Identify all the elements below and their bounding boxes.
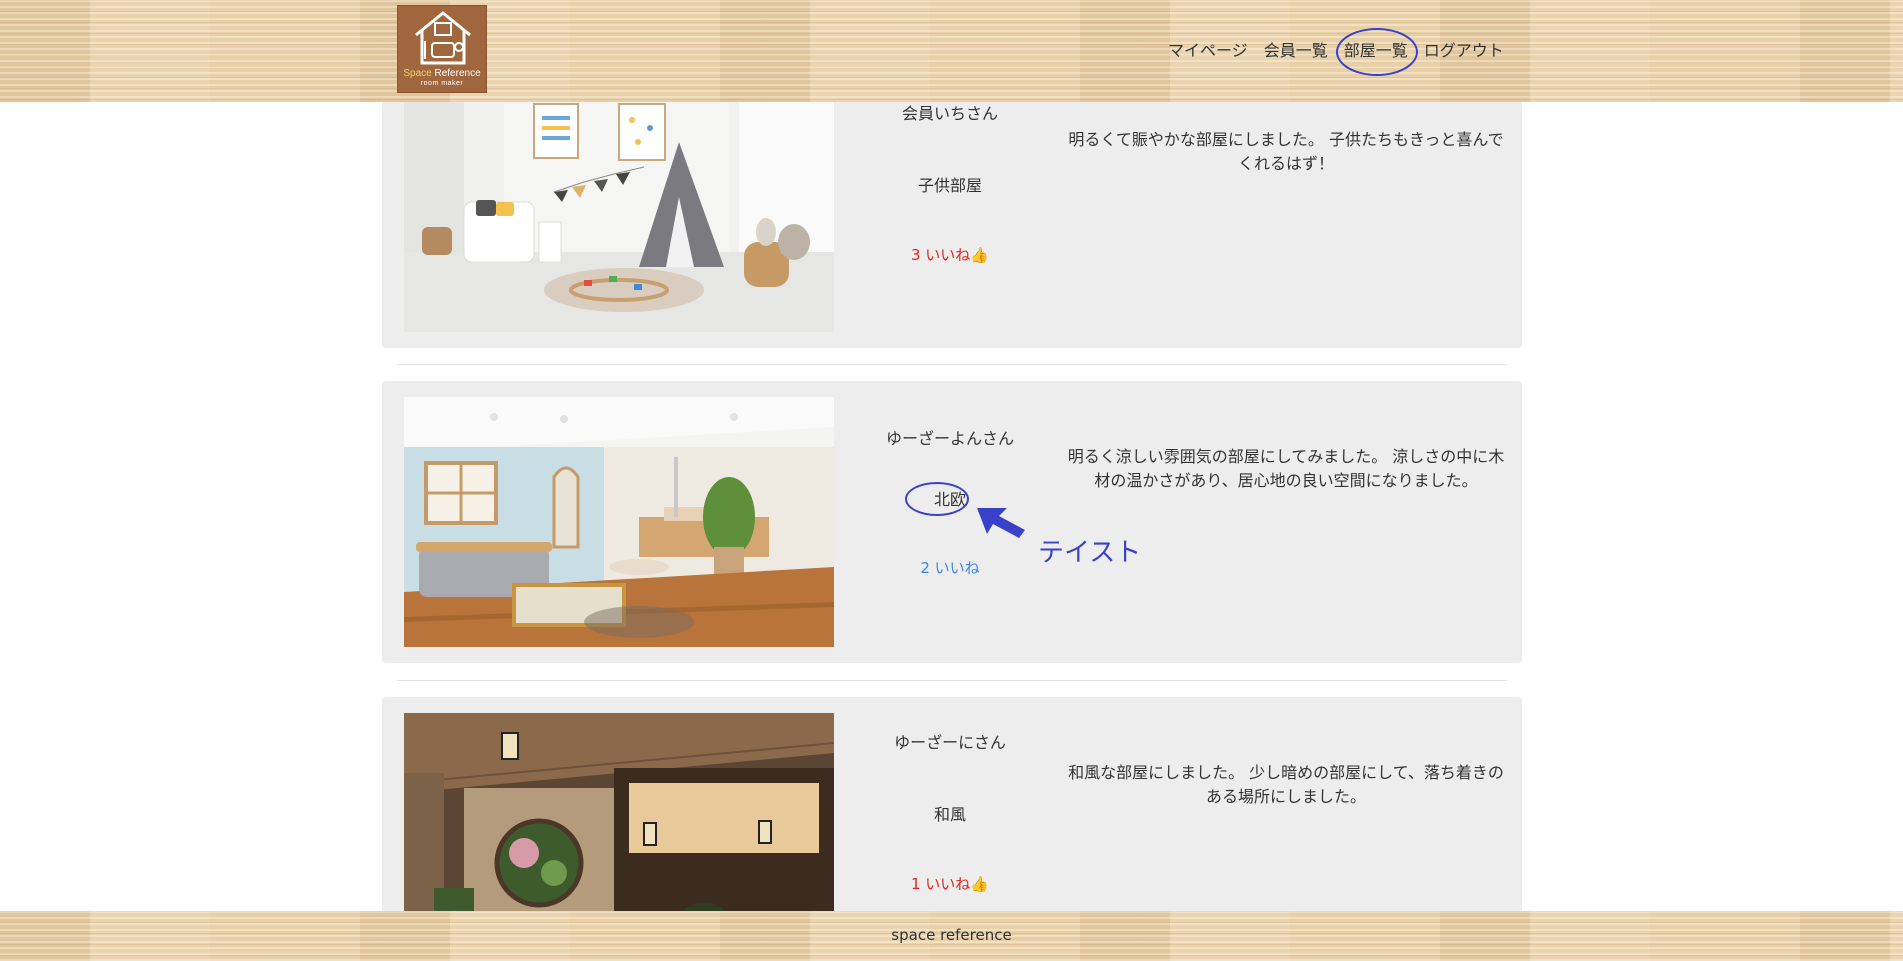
main-nav: マイページ 会員一覧 部屋一覧 ログアウト [1160,28,1512,76]
room-description: 和風な部屋にしました。 少し暗めの部屋にして、落ち着きのある場所にしました。 [1068,763,1504,806]
annotation-arrow-icon [977,508,1025,538]
like-button[interactable]: 3 いいね👍 [862,244,1038,265]
room-card: ゆーざーにさん 和風 1 いいね👍 和風な部屋にしました。 少し暗めの部屋にして… [382,697,1522,947]
room-taste: 子供部屋 [917,176,982,195]
nordic-room-image [404,397,834,647]
site-header: Space Reference room maker マイページ 会員一覧 部屋… [0,0,1903,102]
like-count: 2 いいね [920,559,980,577]
room-owner-name[interactable]: ゆーざーよんさん [862,425,1038,449]
room-description: 明るく涼しい雰囲気の部屋にしてみました。 涼しさの中に木材の温かさがあり、居心地… [1067,447,1505,490]
nav-mypage[interactable]: マイページ [1160,38,1256,64]
logo-title-a: Space [403,68,432,79]
room-owner-name[interactable]: 会員いちさん [862,100,1038,124]
site-logo[interactable]: Space Reference room maker [397,5,487,93]
thumbs-up-icon: 👍 [970,246,989,264]
like-count: 3 いいね [911,246,971,264]
room-photo[interactable] [404,397,834,647]
room-card: 会員いちさん 子供部屋 3 いいね👍 明るくて賑やかな部屋にしました。 子供たち… [382,60,1522,348]
kids-room-image [404,102,834,332]
room-taste: 和風 [933,805,966,824]
japanese-room-image [404,713,834,927]
annotation-label: テイスト [1038,538,1142,568]
logo-title: Space Reference [403,68,480,79]
room-photo[interactable] [404,102,834,332]
divider [397,364,1507,365]
house-icon [415,11,471,65]
logo-subtitle: room maker [420,80,464,87]
room-photo[interactable] [404,713,834,927]
site-footer: space reference [0,911,1903,961]
divider [397,680,1507,681]
annotation-circle [905,482,969,516]
nav-members[interactable]: 会員一覧 [1256,38,1336,64]
thumbs-up-icon: 👍 [970,875,989,893]
like-button[interactable]: 2 いいね [862,557,1038,578]
logo-title-b: Reference [434,68,481,79]
like-count: 1 いいね [911,875,971,893]
room-description: 明るくて賑やかな部屋にしました。 子供たちもきっと喜んでくれるはず！ [1068,130,1504,173]
like-button[interactable]: 1 いいね👍 [862,873,1038,894]
room-card: ゆーざーよんさん 北欧 2 いいね 明るく涼しい雰囲気の部屋にしてみました。 涼… [382,381,1522,663]
nav-rooms[interactable]: 部屋一覧 [1335,28,1418,76]
nav-logout[interactable]: ログアウト [1416,38,1512,64]
room-owner-name[interactable]: ゆーざーにさん [862,729,1038,753]
footer-text: space reference [891,926,1012,944]
